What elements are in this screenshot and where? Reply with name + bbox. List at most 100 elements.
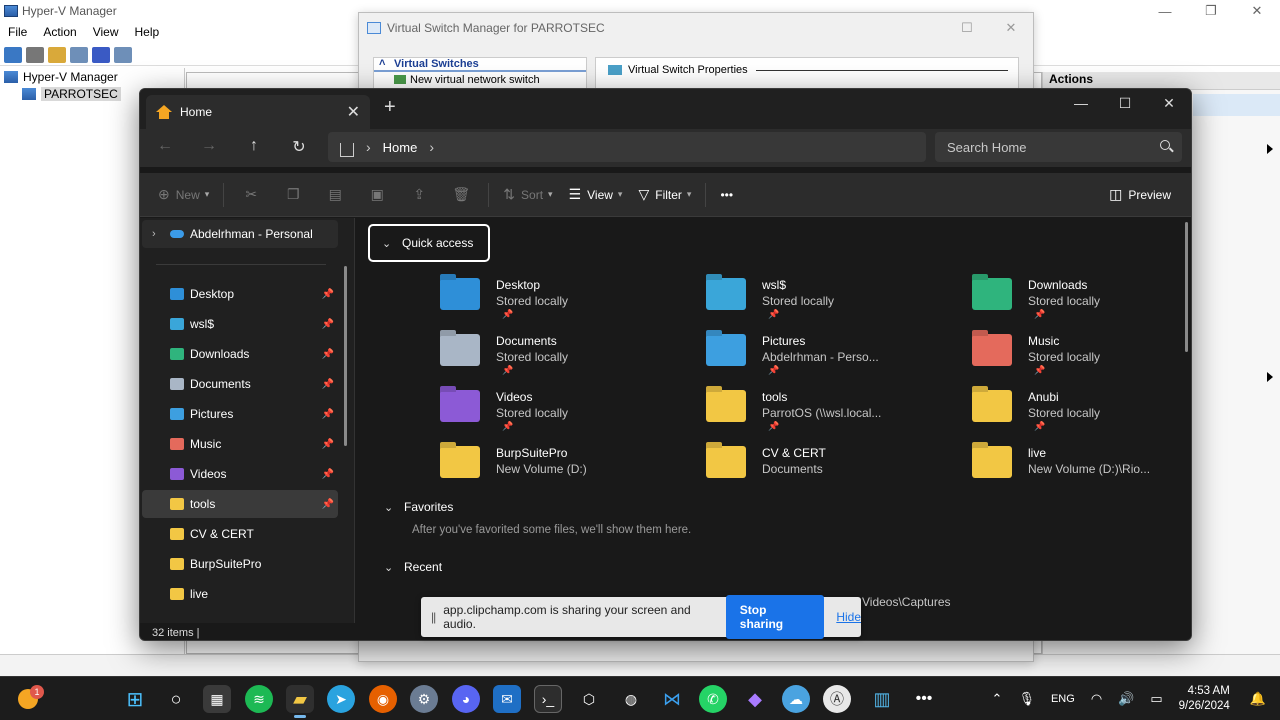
console-tree-icon[interactable]	[70, 46, 88, 63]
nav-onedrive[interactable]: › Abdelrhman - Personal	[142, 220, 338, 248]
pin-icon[interactable]: 📌	[322, 469, 334, 480]
clock[interactable]: 4:53 AM 9/26/2024	[1179, 684, 1230, 714]
tab-home[interactable]: Home ✕	[146, 95, 370, 129]
nav-item[interactable]: live	[142, 580, 338, 608]
cisco-icon[interactable]: ◍	[617, 685, 645, 713]
chevron-right-icon[interactable]: ›	[152, 228, 164, 240]
quick-access-item[interactable]: tools ParrotOS (\\wsl.local... 📌	[640, 386, 902, 434]
weather-widget[interactable]: 1	[18, 685, 44, 711]
spotify-icon[interactable]: ≋	[245, 685, 273, 713]
nav-item[interactable]: Documents 📌	[142, 370, 338, 398]
share-icon[interactable]: ⇪	[398, 186, 440, 203]
chevron-up-icon[interactable]: ⌃	[992, 691, 1003, 707]
menu-help[interactable]: Help	[127, 25, 168, 39]
obsidian-icon[interactable]: ◆	[741, 685, 769, 713]
quick-access-item[interactable]: live New Volume (D:)\Rio...	[906, 442, 1168, 490]
filter-button[interactable]: ▽ Filter ▾	[630, 180, 699, 210]
nav-item[interactable]: Videos 📌	[142, 460, 338, 488]
sort-button[interactable]: ⇅ Sort ▾	[495, 180, 560, 210]
chevron-right-icon[interactable]	[1267, 372, 1273, 382]
chevron-right-icon[interactable]: ›	[429, 139, 434, 155]
nav-item[interactable]: Downloads 📌	[142, 340, 338, 368]
discord-icon[interactable]: ◕	[452, 685, 480, 713]
volume-icon[interactable]: 🔊	[1118, 691, 1134, 707]
nav-item[interactable]: Desktop 📌	[142, 280, 338, 308]
quick-access-item[interactable]: Pictures Abdelrhman - Perso... 📌	[640, 330, 902, 378]
forward-arrow-icon[interactable]: →	[198, 137, 220, 155]
hide-link[interactable]: Hide	[836, 610, 861, 624]
up-arrow-icon[interactable]: ↑	[243, 137, 265, 155]
quick-access-item[interactable]: wsl$ Stored locally 📌	[640, 274, 902, 322]
pin-icon[interactable]: 📌	[322, 349, 334, 360]
quick-access-item[interactable]: Downloads Stored locally 📌	[906, 274, 1168, 322]
menu-action[interactable]: Action	[35, 25, 84, 39]
vsm-new-switch-item[interactable]: New virtual network switch	[374, 72, 586, 86]
vscode-icon[interactable]: ⋈	[658, 685, 686, 713]
search-input[interactable]	[947, 139, 1147, 155]
drag-handle-icon[interactable]: ||	[431, 610, 436, 624]
nav-item[interactable]: Pictures 📌	[142, 400, 338, 428]
breadcrumb-home[interactable]: Home	[383, 140, 418, 155]
search-box[interactable]	[935, 132, 1182, 162]
virtualbox-cube-icon[interactable]: ⬡	[575, 685, 603, 713]
firefox-icon[interactable]: ◉	[369, 685, 397, 713]
delete-icon[interactable]: 🗑	[440, 186, 482, 203]
show-pane-icon[interactable]	[114, 46, 132, 63]
help-icon[interactable]	[92, 46, 110, 63]
refresh-icon[interactable]: ↻	[288, 137, 310, 157]
battery-icon[interactable]: ▭	[1150, 691, 1162, 707]
preview-button[interactable]: ◫ Preview	[1101, 180, 1179, 210]
search-icon[interactable]: ○	[162, 685, 190, 713]
folder-up-icon[interactable]	[48, 46, 66, 63]
microphone-icon[interactable]: 🎙	[1018, 691, 1035, 707]
menu-view[interactable]: View	[85, 25, 127, 39]
back-arrow-icon[interactable]	[4, 46, 22, 63]
favorites-header[interactable]: ⌄ Favorites	[384, 500, 453, 514]
pin-icon[interactable]: 📌	[322, 319, 334, 330]
recent-header[interactable]: ⌄ Recent	[384, 560, 442, 574]
quick-access-header[interactable]: ⌄ Quick access	[368, 224, 490, 262]
hyperv-close-button[interactable]: ✕	[1234, 0, 1280, 22]
pin-icon[interactable]: 📌	[322, 379, 334, 390]
address-bar[interactable]: › Home ›	[328, 132, 926, 162]
outlook-icon[interactable]: ✉	[493, 685, 521, 713]
paste-icon[interactable]: ▤	[314, 186, 356, 203]
quick-access-item[interactable]: CV & CERT Documents	[640, 442, 902, 490]
hyperv-taskbar-icon[interactable]: ▥	[868, 685, 896, 713]
actions-selected-bar[interactable]	[1193, 94, 1280, 116]
back-arrow-icon[interactable]: ←	[154, 137, 176, 155]
file-explorer-icon[interactable]: ▰	[286, 685, 314, 718]
recent-item-path[interactable]: Videos\Captures	[862, 595, 951, 609]
rename-icon[interactable]: ▣	[356, 186, 398, 203]
new-tab-button[interactable]: +	[384, 96, 396, 119]
app-store-icon[interactable]: Ⓐ	[823, 685, 851, 713]
stop-sharing-button[interactable]: Stop sharing	[725, 595, 825, 639]
quick-access-item[interactable]: Documents Stored locally 📌	[374, 330, 636, 378]
forward-arrow-icon[interactable]	[26, 46, 44, 63]
quick-access-item[interactable]: Videos Stored locally 📌	[374, 386, 636, 434]
quick-access-item[interactable]: Desktop Stored locally 📌	[374, 274, 636, 322]
settings-gear-icon[interactable]: ⚙	[410, 685, 438, 713]
more-options-button[interactable]: •••	[712, 180, 741, 210]
content-scrollbar[interactable]	[1185, 222, 1188, 352]
more-apps-icon[interactable]: •••	[910, 685, 938, 713]
vsm-maximize-button[interactable]: ☐	[945, 13, 989, 43]
explorer-minimize-button[interactable]: —	[1059, 89, 1103, 117]
menu-file[interactable]: File	[0, 25, 35, 39]
notification-bell-icon[interactable]: 🔔	[1250, 691, 1266, 707]
quick-access-item[interactable]: BurpSuitePro New Volume (D:)	[374, 442, 636, 490]
explorer-maximize-button[interactable]: ☐	[1103, 89, 1147, 117]
copy-icon[interactable]: ❐	[272, 186, 314, 203]
pin-icon[interactable]: 📌	[322, 289, 334, 300]
terminal-icon[interactable]: ›_	[534, 685, 562, 713]
pin-icon[interactable]: 📌	[322, 439, 334, 450]
quick-access-item[interactable]: Music Stored locally 📌	[906, 330, 1168, 378]
chevron-right-icon[interactable]: ›	[366, 139, 371, 155]
hyperv-minimize-button[interactable]: —	[1142, 0, 1188, 22]
nav-item[interactable]: Music 📌	[142, 430, 338, 458]
hyperv-maximize-button[interactable]: ❐	[1188, 0, 1234, 22]
cut-icon[interactable]: ✂	[230, 186, 272, 203]
pin-icon[interactable]: 📌	[322, 409, 334, 420]
quick-access-item[interactable]: Anubi Stored locally 📌	[906, 386, 1168, 434]
explorer-close-button[interactable]: ✕	[1147, 89, 1191, 117]
